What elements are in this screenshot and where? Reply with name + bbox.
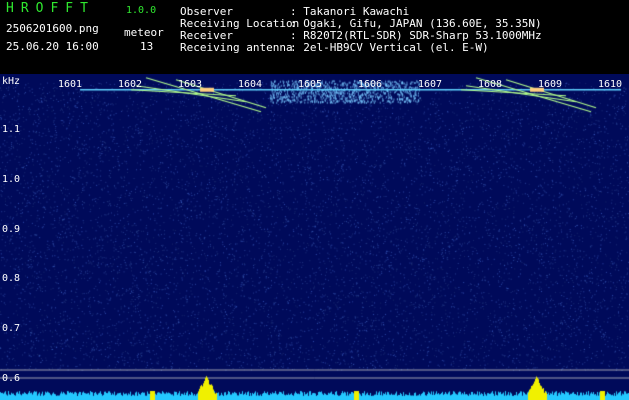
x-tick-label: 1604: [238, 79, 263, 90]
y-tick-label: 0.7: [2, 323, 21, 334]
antenna-value: : 2el-HB9CV Vertical (el. E-W): [290, 41, 489, 54]
y-tick-label: 0.6: [2, 373, 21, 384]
y-tick-label: 1.1: [2, 124, 21, 135]
x-tick-label: 1602: [118, 79, 143, 90]
x-tick-label: 1610: [598, 79, 623, 90]
x-tick-label: 1606: [358, 79, 383, 90]
y-tick-label: 1.0: [2, 174, 21, 185]
info-header: HROFFT 1.0.0 2506201600.png meteor 25.06…: [0, 0, 629, 74]
x-tick-label: 1608: [478, 79, 503, 90]
x-tick-label: 1607: [418, 79, 443, 90]
x-tick-label: 1605: [298, 79, 323, 90]
app-version: 1.0.0: [126, 5, 157, 16]
meteor-label: meteor: [124, 26, 164, 39]
spectrogram-canvas: [0, 74, 629, 400]
y-tick-label: 0.8: [2, 273, 21, 284]
app-title: HROFFT: [6, 1, 95, 16]
y-axis-unit: kHz: [2, 76, 21, 87]
datetime: 25.06.20 16:00: [6, 40, 99, 53]
meteor-count: 13: [140, 40, 154, 53]
x-tick-label: 1609: [538, 79, 563, 90]
antenna-label: Receiving antenna: [180, 41, 293, 54]
x-tick-label: 1603: [178, 79, 203, 90]
x-tick-label: 1601: [58, 79, 83, 90]
y-tick-label: 0.9: [2, 224, 21, 235]
filename: 2506201600.png: [6, 22, 99, 35]
